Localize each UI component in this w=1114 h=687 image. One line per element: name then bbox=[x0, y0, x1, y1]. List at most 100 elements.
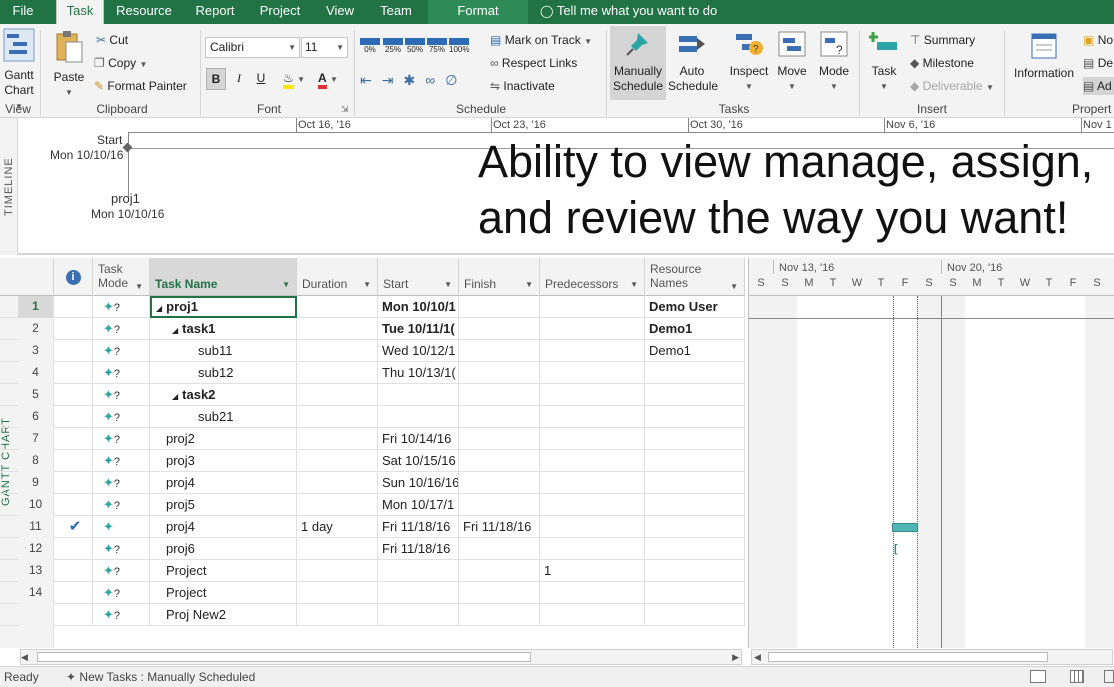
task-mode-cell[interactable]: ✦? bbox=[93, 384, 150, 406]
gantt-horizontal-scrollbar[interactable]: ◀ bbox=[751, 649, 1113, 665]
finish-cell[interactable] bbox=[459, 472, 540, 494]
task-mode-cell[interactable]: ✦? bbox=[93, 296, 150, 318]
row-number[interactable]: 2 bbox=[18, 318, 54, 340]
percent-0-button[interactable]: 0% bbox=[360, 38, 380, 58]
duration-cell[interactable]: 1 day bbox=[297, 516, 378, 538]
start-cell[interactable] bbox=[378, 604, 459, 626]
gantt-start-marker-icon[interactable]: [ bbox=[894, 543, 898, 555]
indent-icon[interactable]: ⇥ bbox=[382, 72, 404, 88]
task-mode-cell[interactable]: ✦? bbox=[93, 604, 150, 626]
insert-task-button[interactable]: Task ▼ bbox=[864, 30, 904, 94]
task-name-cell[interactable]: proj4 bbox=[150, 472, 297, 494]
finish-cell[interactable] bbox=[459, 582, 540, 604]
task-name-cell[interactable]: sub12 bbox=[150, 362, 297, 384]
resource-names-cell[interactable] bbox=[645, 384, 745, 406]
task-name-cell[interactable]: proj5 bbox=[150, 494, 297, 516]
mark-on-track-button[interactable]: ▤ Mark on Track ▼ bbox=[490, 33, 592, 47]
predecessors-cell[interactable] bbox=[540, 406, 645, 428]
row-number[interactable]: 5 bbox=[18, 384, 54, 406]
table-row[interactable]: 8 ✦? proj3 Sat 10/15/16 bbox=[0, 450, 745, 472]
predecessors-cell[interactable] bbox=[540, 494, 645, 516]
notes-button[interactable]: ▣ No bbox=[1083, 33, 1113, 47]
table-row[interactable]: 1 ✦? ◢ proj1 Mon 10/10/1 Demo User bbox=[0, 296, 745, 318]
task-name-cell[interactable]: proj6 bbox=[150, 538, 297, 560]
collapse-triangle-icon[interactable]: ◢ bbox=[172, 392, 178, 401]
font-color-button[interactable]: A ▼ bbox=[318, 68, 348, 90]
table-row[interactable]: 10 ✦? proj5 Mon 10/17/1 bbox=[0, 494, 745, 516]
split-icon[interactable]: ✱ bbox=[403, 72, 425, 88]
task-name-cell[interactable]: ◢ proj1 bbox=[150, 296, 297, 318]
milestone-button[interactable]: ◆ Milestone bbox=[910, 56, 974, 70]
task-name-cell[interactable]: ◢ task2 bbox=[150, 384, 297, 406]
table-row[interactable]: 14 ✦? Project bbox=[0, 582, 745, 604]
start-cell[interactable] bbox=[378, 384, 459, 406]
table-row[interactable]: 4 ✦? sub12 Thu 10/13/1( bbox=[0, 362, 745, 384]
task-mode-cell[interactable]: ✦? bbox=[93, 472, 150, 494]
row-number[interactable]: 12 bbox=[18, 538, 54, 560]
duration-cell[interactable] bbox=[297, 494, 378, 516]
auto-schedule-button[interactable]: Auto Schedule bbox=[668, 30, 718, 94]
resource-names-cell[interactable] bbox=[645, 428, 745, 450]
task-name-cell[interactable]: ◢ task1 bbox=[150, 318, 297, 340]
cut-button[interactable]: ✂ Cut bbox=[96, 33, 128, 47]
add-to-timeline-button[interactable]: ▤ Ad bbox=[1083, 77, 1114, 95]
dialog-launcher-icon[interactable]: ⇲ bbox=[341, 104, 349, 115]
information-button[interactable]: Information bbox=[1010, 32, 1078, 81]
predecessors-cell[interactable] bbox=[540, 450, 645, 472]
copy-button[interactable]: ❐ Copy ▼ bbox=[94, 56, 147, 70]
font-size-select[interactable]: 11 ▼ bbox=[301, 37, 348, 58]
row-number[interactable]: 6 bbox=[18, 406, 54, 428]
table-row[interactable]: 3 ✦? sub11 Wed 10/12/1 Demo1 bbox=[0, 340, 745, 362]
duration-cell[interactable] bbox=[297, 560, 378, 582]
gantt-task-bar[interactable] bbox=[892, 523, 918, 532]
table-row[interactable]: 2 ✦? ◢ task1 Tue 10/11/1(Demo1 bbox=[0, 318, 745, 340]
select-all-corner[interactable] bbox=[0, 258, 54, 296]
predecessors-cell[interactable] bbox=[540, 582, 645, 604]
predecessors-cell[interactable] bbox=[540, 538, 645, 560]
tab-resource[interactable]: Resource bbox=[110, 0, 178, 24]
underline-button[interactable]: U bbox=[252, 68, 270, 90]
resource-names-cell[interactable] bbox=[645, 560, 745, 582]
task-mode-cell[interactable]: ✦? bbox=[93, 428, 150, 450]
start-cell[interactable] bbox=[378, 560, 459, 582]
task-name-cell[interactable]: sub11 bbox=[150, 340, 297, 362]
manually-schedule-button[interactable]: Manually Schedule bbox=[610, 26, 666, 100]
start-cell[interactable]: Mon 10/17/1 bbox=[378, 494, 459, 516]
gantt-chart-pane[interactable]: Nov 13, '16 Nov 20, '16 SSMTWTFSSMTWTFS … bbox=[748, 258, 1114, 665]
table-row[interactable]: 11 ✔ ✦ proj4 1 day Fri 11/18/16 Fri 11/18/16 bbox=[0, 516, 745, 538]
duration-cell[interactable] bbox=[297, 406, 378, 428]
start-cell[interactable]: Fri 11/18/16 bbox=[378, 538, 459, 560]
predecessors-cell[interactable]: 1 bbox=[540, 560, 645, 582]
predecessors-cell[interactable] bbox=[540, 604, 645, 626]
resource-names-cell[interactable]: Demo1 bbox=[645, 318, 745, 340]
mode-button[interactable]: ? Mode ▼ bbox=[814, 30, 854, 94]
resource-names-cell[interactable] bbox=[645, 472, 745, 494]
header-start[interactable]: Start ▼ bbox=[378, 258, 459, 296]
predecessors-cell[interactable] bbox=[540, 472, 645, 494]
duration-cell[interactable] bbox=[297, 362, 378, 384]
predecessors-cell[interactable] bbox=[540, 384, 645, 406]
start-cell[interactable]: Thu 10/13/1( bbox=[378, 362, 459, 384]
duration-cell[interactable] bbox=[297, 318, 378, 340]
finish-cell[interactable] bbox=[459, 406, 540, 428]
link-icon[interactable]: ∞ bbox=[425, 72, 445, 88]
finish-cell[interactable] bbox=[459, 384, 540, 406]
task-name-cell[interactable]: Project bbox=[150, 582, 297, 604]
row-number[interactable]: 11 bbox=[18, 516, 54, 538]
resource-names-cell[interactable] bbox=[645, 450, 745, 472]
timeline-pane[interactable]: TIMELINE Oct 16, '16 Oct 23, '16 Oct 30,… bbox=[0, 118, 1114, 255]
predecessors-cell[interactable] bbox=[540, 428, 645, 450]
italic-button[interactable]: I bbox=[230, 68, 248, 90]
percent-75-button[interactable]: 75% bbox=[427, 38, 447, 58]
percent-25-button[interactable]: 25% bbox=[383, 38, 403, 58]
finish-cell[interactable] bbox=[459, 560, 540, 582]
task-name-cell[interactable]: proj4 bbox=[150, 516, 297, 538]
start-cell[interactable] bbox=[378, 406, 459, 428]
finish-cell[interactable] bbox=[459, 362, 540, 384]
scroll-left-icon[interactable]: ◀ bbox=[754, 652, 761, 663]
predecessors-cell[interactable] bbox=[540, 318, 645, 340]
row-number[interactable]: 8 bbox=[18, 450, 54, 472]
tab-file[interactable]: File bbox=[0, 0, 46, 24]
grid-horizontal-scrollbar[interactable]: ◀ ▶ bbox=[20, 649, 742, 665]
finish-cell[interactable] bbox=[459, 296, 540, 318]
